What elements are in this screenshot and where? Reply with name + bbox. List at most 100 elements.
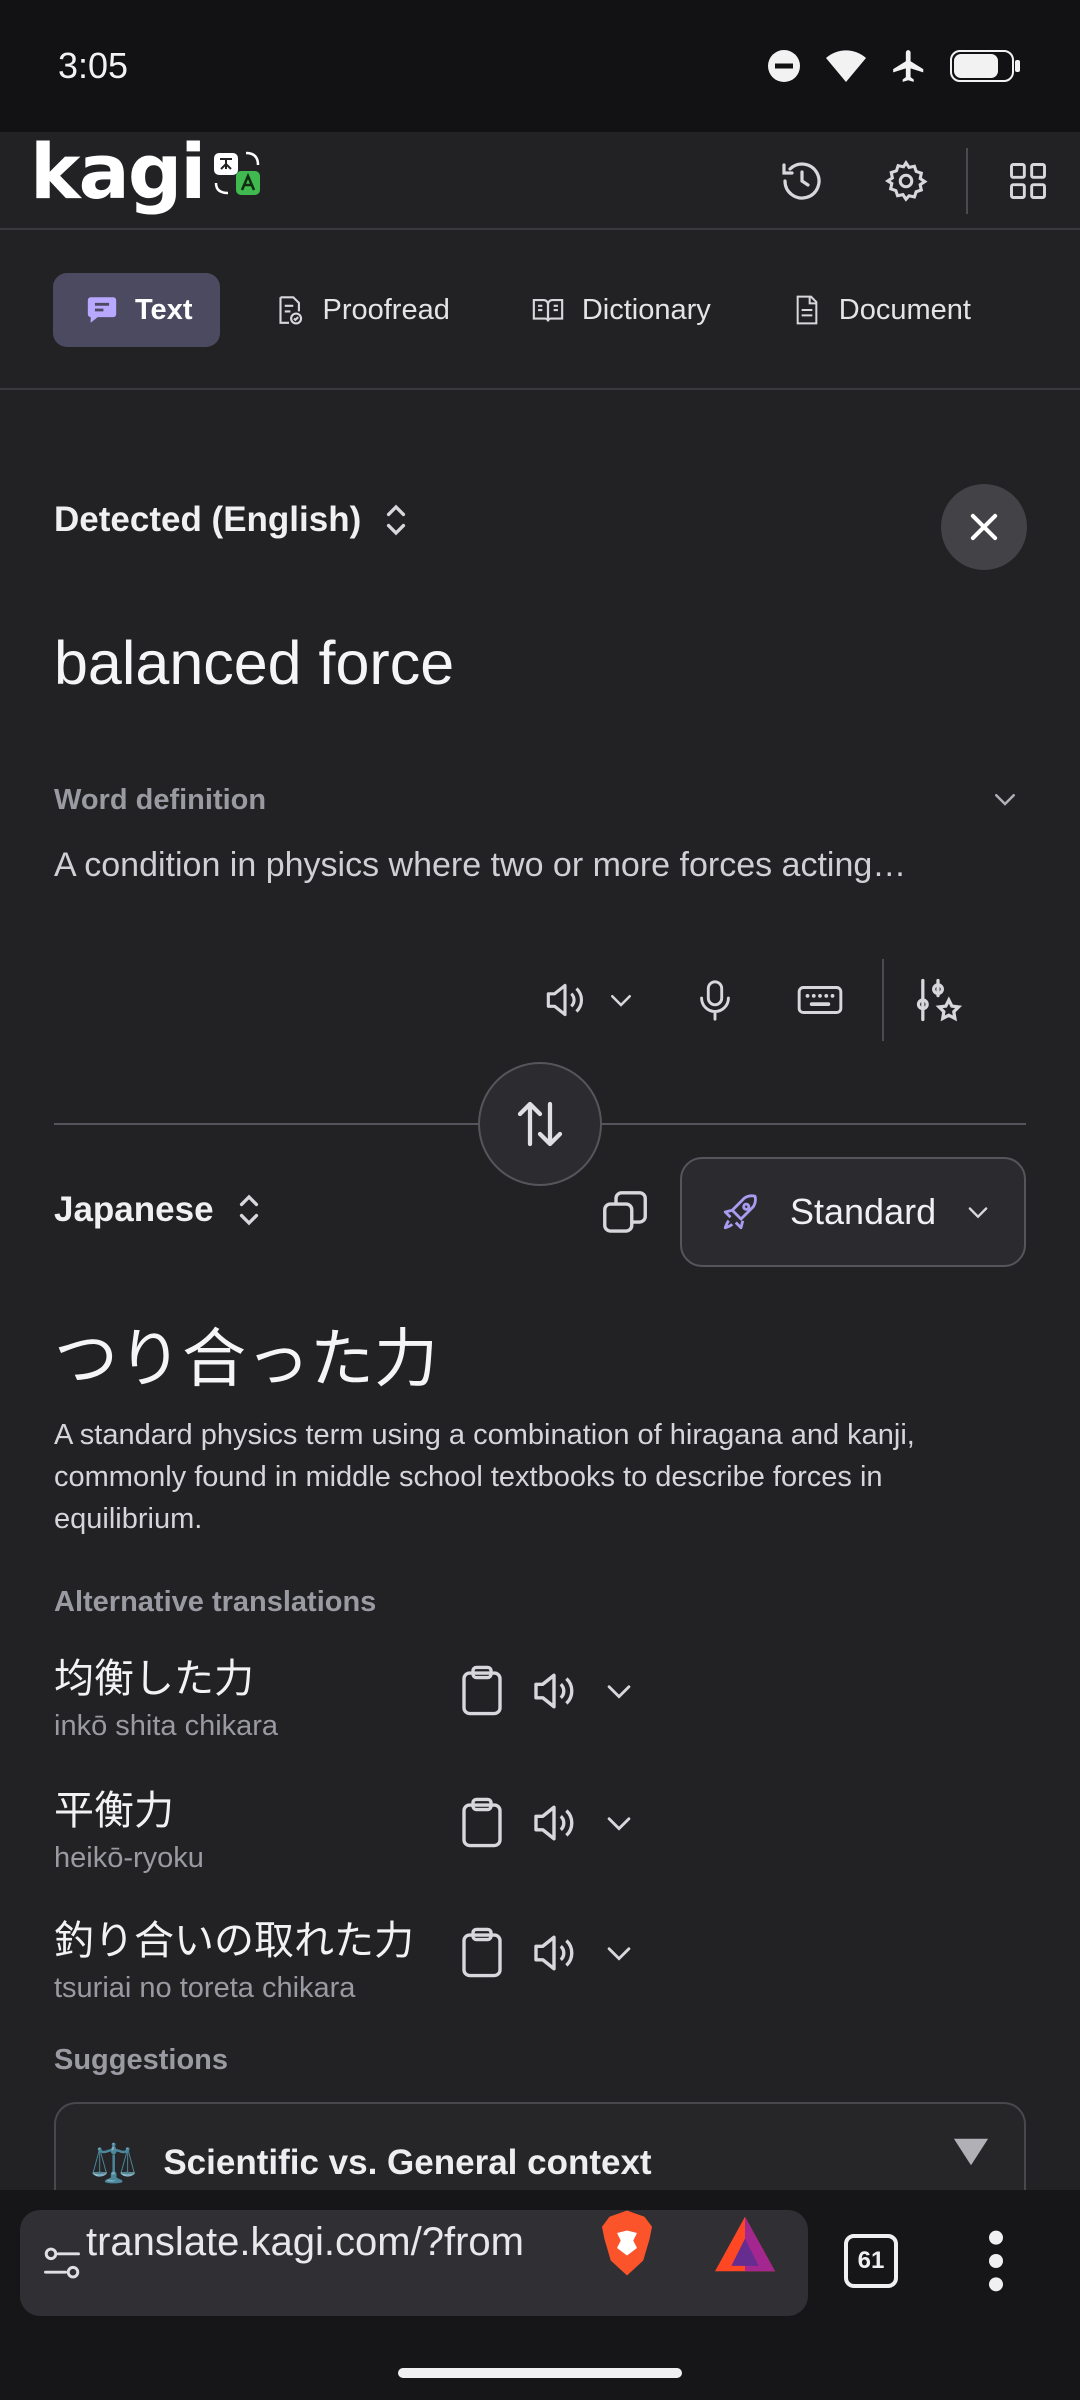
url-text[interactable]: translate.kagi.com/?from [86, 2220, 572, 2265]
brave-rewards-icon[interactable] [712, 2214, 778, 2274]
model-label: Standard [790, 1191, 937, 1232]
sliders-star-icon [916, 978, 963, 1022]
swap-arrows-icon [517, 1101, 563, 1147]
clipboard-icon[interactable] [458, 1664, 506, 1718]
caret-down-icon [953, 2138, 989, 2166]
tab-document[interactable]: Document [759, 273, 999, 347]
tab-dictionary-label: Dictionary [581, 293, 711, 326]
translate-logo-icon [214, 151, 261, 195]
chevron-down-icon [995, 794, 1015, 806]
microphone-icon [700, 980, 730, 1021]
swap-languages-button[interactable] [478, 1062, 602, 1186]
alternative-romaji: inkō shita chikara [54, 1710, 279, 1742]
translation-note: A standard physics term using a combinat… [54, 1419, 915, 1535]
tabs-count-button[interactable]: 61 [844, 2234, 898, 2288]
speaker-icon[interactable] [526, 1796, 582, 1850]
speaker-icon[interactable] [526, 1664, 582, 1718]
status-time: 3:05 [58, 45, 129, 86]
tab-document-label: Document [838, 293, 971, 326]
wifi-icon [826, 50, 866, 82]
tab-text[interactable]: Text [53, 273, 221, 347]
grid-icon [1010, 163, 1046, 199]
source-language-label: Detected (English) [54, 500, 362, 539]
tools-divider [882, 959, 884, 1041]
rocket-icon [723, 1194, 757, 1230]
target-language-selector[interactable]: Japanese [54, 1190, 262, 1230]
speaker-icon[interactable] [526, 1926, 582, 1980]
alternative-word: 平衡力 [54, 1788, 174, 1834]
keyboard-button[interactable] [792, 958, 848, 1042]
alternative-romaji: tsuriai no toreta chikara [54, 1972, 356, 2004]
gear-icon [884, 159, 928, 202]
more-menu-icon[interactable] [976, 2226, 1016, 2296]
logo-text: kagi [30, 127, 206, 216]
tab-dictionary[interactable]: Dictionary [498, 273, 739, 347]
balance-scale-icon: ⚖️ [90, 2140, 138, 2185]
source-language-selector[interactable]: Detected (English) [54, 500, 409, 540]
apps-button[interactable] [976, 132, 1080, 230]
document-icon [796, 295, 818, 325]
alternative-item: 均衡した力 inkō shita chikara [54, 1646, 1014, 1766]
alternative-item: 平衡力 heikō-ryoku [54, 1778, 1014, 1898]
alternative-actions [458, 1796, 636, 1850]
header-divider [966, 148, 968, 214]
status-bar: 3:05 [0, 0, 1080, 132]
clipboard-icon[interactable] [458, 1796, 506, 1850]
site-settings-icon[interactable] [40, 2241, 84, 2285]
tab-proofread[interactable]: Proofread [240, 273, 477, 347]
definition-expand-button[interactable] [990, 784, 1020, 819]
model-selector[interactable]: Standard [680, 1157, 1026, 1267]
alternative-item: 釣り合いの取れた力 tsuriai no toreta chikara [54, 1908, 1014, 2028]
clear-button[interactable] [941, 484, 1027, 570]
alternative-word: 釣り合いの取れた力 [54, 1918, 414, 1964]
chevron-up-down-icon [239, 1194, 258, 1226]
airplane-mode-icon [893, 50, 924, 82]
status-icons [766, 47, 1022, 85]
clipboard-icon[interactable] [458, 1926, 506, 1980]
kagi-logo[interactable]: kagi [30, 132, 264, 212]
definition-label: Word definition [54, 784, 267, 816]
home-gesture-handle[interactable] [398, 2368, 682, 2378]
chat-bubble-icon [87, 297, 117, 323]
copy-translation-button[interactable] [598, 1186, 652, 1245]
chevron-down-icon[interactable] [602, 1936, 636, 1970]
chevron-down-icon [968, 1207, 988, 1219]
keyboard-icon [797, 986, 843, 1014]
translation-text: つり合った力 [54, 1323, 438, 1397]
chevron-down-icon[interactable] [602, 1674, 636, 1708]
target-language-label: Japanese [54, 1190, 214, 1229]
app-header: kagi [0, 132, 1080, 230]
speak-source-button[interactable] [540, 958, 590, 1042]
alternative-word: 均衡した力 [54, 1656, 254, 1702]
copy-icon [603, 1191, 647, 1233]
alternative-actions [458, 1664, 636, 1718]
suggestions-label: Suggestions [54, 2044, 229, 2076]
close-icon [970, 513, 998, 541]
chevron-up-down-icon [387, 504, 406, 536]
speaker-icon [546, 983, 584, 1017]
battery-icon [950, 50, 1020, 82]
book-open-icon [532, 299, 564, 322]
history-button[interactable] [750, 132, 854, 230]
alternatives-label: Alternative translations [54, 1586, 377, 1618]
source-tools [540, 958, 964, 1042]
header-actions [750, 132, 1080, 230]
alternative-romaji: heikō-ryoku [54, 1842, 204, 1874]
voice-options-button[interactable] [606, 958, 636, 1042]
chevron-down-icon[interactable] [602, 1806, 636, 1840]
alternative-actions [458, 1926, 636, 1980]
browser-toolbar: translate.kagi.com/?from 61 [0, 2190, 1080, 2338]
tab-text-label: Text [135, 293, 193, 326]
settings-button[interactable] [854, 132, 958, 230]
suggestion-title: Scientific vs. General context [163, 2143, 652, 2182]
mode-tabs: Text Proofread Dictionary Document [0, 232, 1080, 390]
history-icon [782, 162, 821, 200]
chevron-down-icon [611, 995, 631, 1007]
custom-instructions-button[interactable] [912, 958, 964, 1042]
definition-text: A condition in physics where two or more… [54, 846, 907, 884]
source-text[interactable]: balanced force [54, 628, 454, 698]
system-navigation [0, 2338, 1080, 2400]
brave-shields-icon[interactable] [596, 2208, 658, 2278]
microphone-button[interactable] [692, 958, 738, 1042]
tab-proofread-label: Proofread [322, 293, 450, 326]
